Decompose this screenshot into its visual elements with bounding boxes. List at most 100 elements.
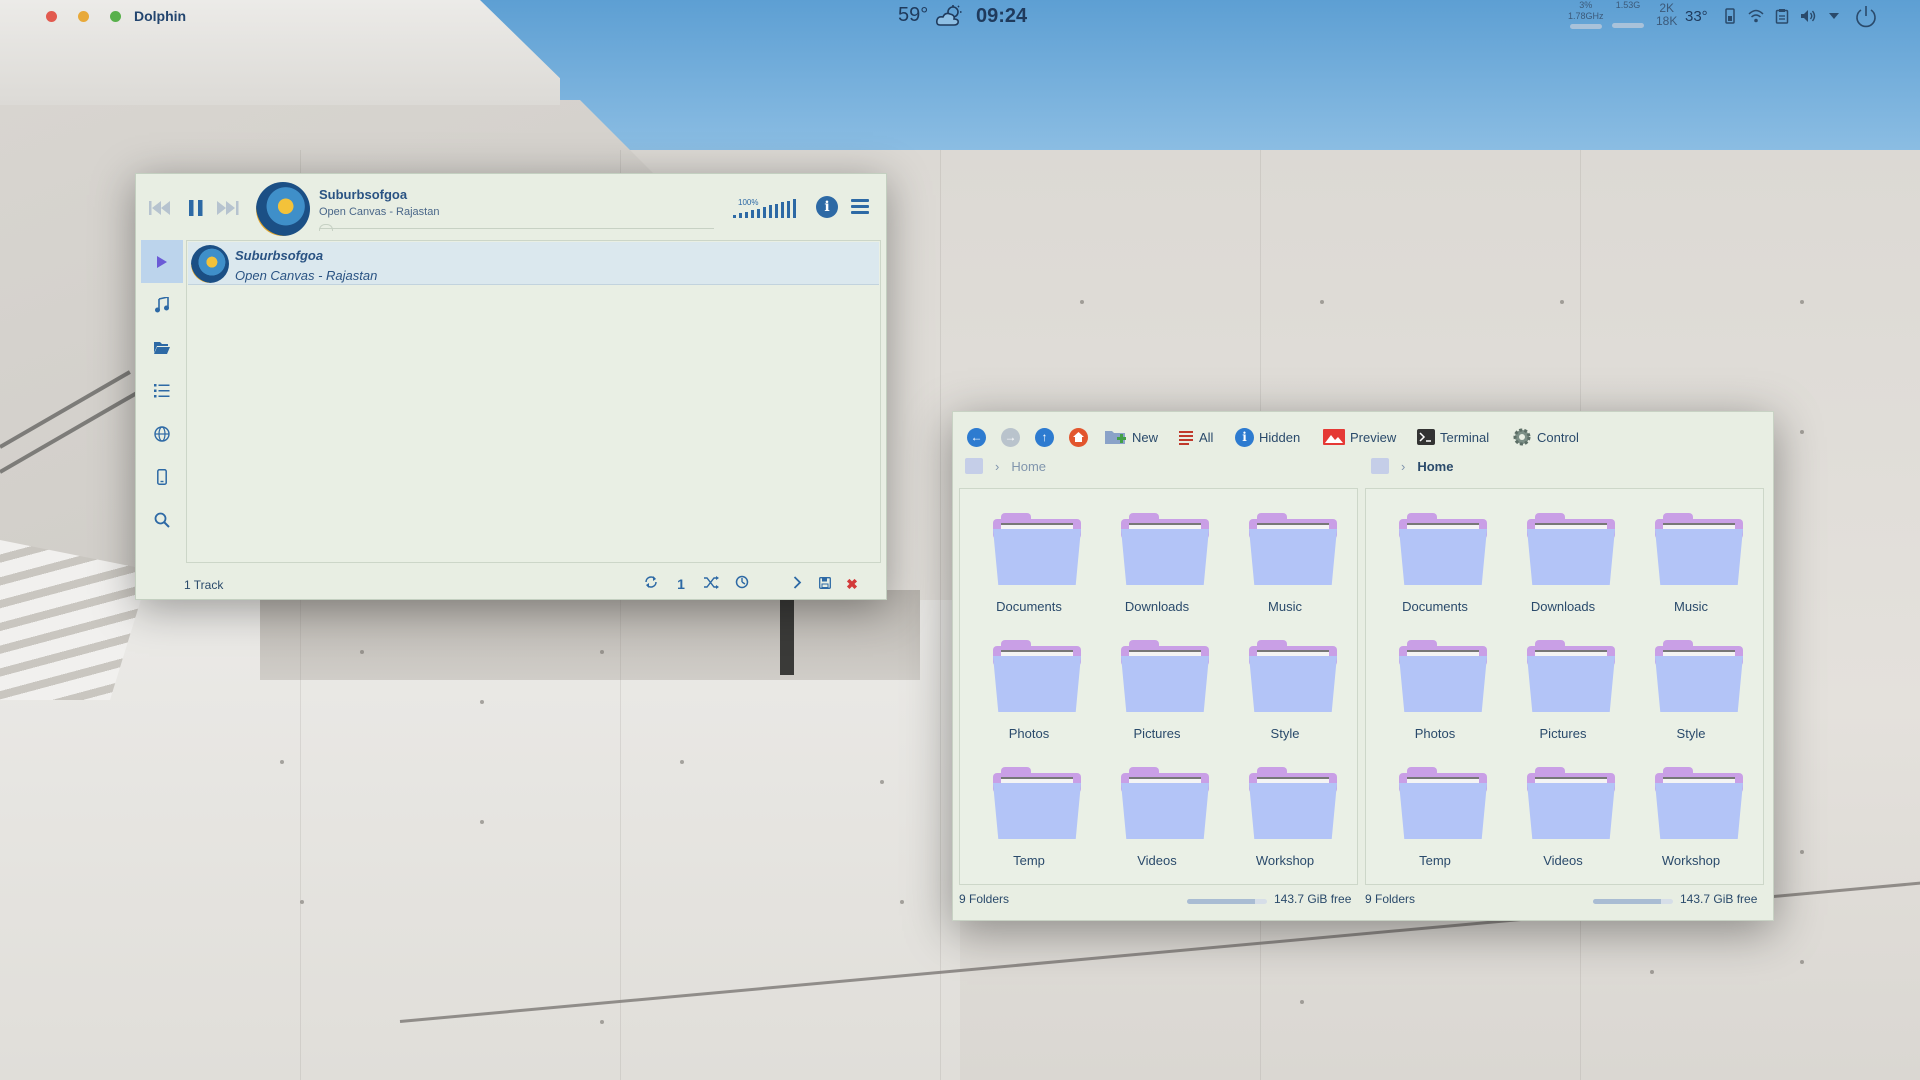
search-icon (154, 512, 170, 528)
next-track-button[interactable] (216, 196, 240, 220)
home-button[interactable] (1069, 426, 1088, 448)
preview-button[interactable]: Preview (1323, 426, 1396, 448)
folder-item[interactable]: Pictures (1499, 630, 1627, 750)
wall-dot (1800, 430, 1804, 434)
volume-slider[interactable] (733, 198, 796, 218)
show-hidden-button[interactable]: i Hidden (1235, 426, 1300, 448)
minimize-window-button[interactable] (78, 11, 89, 22)
folder-item[interactable]: Documents (1371, 503, 1499, 623)
folder-icon (1121, 767, 1209, 839)
dark-post (780, 595, 794, 675)
memory-monitor[interactable]: 1.53G (1612, 0, 1644, 28)
folder-item[interactable]: Music (1221, 503, 1349, 623)
home-icon[interactable] (1371, 458, 1389, 474)
chevron-right-icon (793, 576, 801, 589)
previous-track-button[interactable] (148, 196, 172, 220)
clear-playlist-button[interactable]: ✖ (843, 575, 861, 593)
skip-forward-icon (217, 201, 239, 215)
folder-item[interactable]: Photos (1371, 630, 1499, 750)
internet-tab[interactable] (141, 412, 183, 455)
folder-item[interactable]: Style (1627, 630, 1755, 750)
menu-button[interactable] (851, 199, 869, 215)
repeat-button[interactable] (642, 575, 660, 593)
play-queue[interactable]: Suburbsofgoa Open Canvas - Rajastan (186, 240, 881, 563)
new-folder-button[interactable]: New (1105, 426, 1158, 448)
preview-label: Preview (1350, 429, 1397, 445)
active-app-name[interactable]: Dolphin (134, 8, 186, 24)
expand-button[interactable] (788, 575, 806, 593)
info-button[interactable]: i (816, 196, 838, 218)
folder-item[interactable]: Temp (1371, 757, 1499, 877)
top-panel: Dolphin 59° 09:24 3% 1.78GHz 1.53G 2K 18… (0, 0, 1920, 34)
breadcrumb-home[interactable]: Home (1417, 459, 1453, 474)
pause-button[interactable] (184, 196, 208, 220)
play-queue-tab[interactable] (141, 240, 183, 283)
search-tab[interactable] (141, 498, 183, 541)
wifi-icon[interactable] (1748, 8, 1764, 24)
storage-icon[interactable] (1722, 8, 1738, 24)
clock[interactable]: 09:24 (976, 5, 1027, 28)
up-button[interactable]: ↑ (1035, 426, 1054, 448)
wall-dot (600, 1020, 604, 1024)
breadcrumb: › Home (965, 458, 1046, 474)
folder-label: Workshop (1661, 853, 1721, 868)
close-window-button[interactable] (46, 11, 57, 22)
network-monitor[interactable]: 2K 18K (1656, 2, 1677, 28)
shuffle-button[interactable] (702, 575, 720, 593)
folder-item[interactable]: Workshop (1627, 757, 1755, 877)
select-all-button[interactable]: All (1178, 426, 1213, 448)
control-button[interactable]: Control (1512, 426, 1579, 448)
devices-tab[interactable] (141, 455, 183, 498)
folder-item[interactable]: Style (1221, 630, 1349, 750)
wall-dot (1560, 300, 1564, 304)
folders-tab[interactable] (141, 326, 183, 369)
clipboard-icon[interactable] (1774, 8, 1790, 24)
disk-usage-bar (1593, 899, 1673, 904)
maximize-window-button[interactable] (110, 11, 121, 22)
forward-button[interactable]: → (1001, 426, 1020, 448)
left-pane[interactable]: Documents Downloads Music Photos Pictures Sty… (959, 488, 1358, 885)
folder-item[interactable]: Photos (965, 630, 1093, 750)
seek-handle[interactable] (319, 224, 333, 231)
folder-item[interactable]: Pictures (1093, 630, 1221, 750)
network-down: 18K (1656, 14, 1678, 28)
power-icon[interactable] (1854, 5, 1878, 29)
folder-icon (993, 513, 1081, 585)
folder-item[interactable]: Workshop (1221, 757, 1349, 877)
folder-item[interactable]: Downloads (1499, 503, 1627, 623)
volume-icon[interactable] (1800, 8, 1816, 24)
list-item[interactable]: Suburbsofgoa Open Canvas - Rajastan (188, 242, 879, 285)
folder-item[interactable]: Temp (965, 757, 1093, 877)
playlists-tab[interactable] (141, 369, 183, 412)
right-pane[interactable]: Documents Downloads Music Photos Pictures Sty… (1365, 488, 1764, 885)
chevron-down-icon[interactable] (1826, 8, 1842, 24)
folder-item[interactable]: Downloads (1093, 503, 1221, 623)
shuffle-icon (703, 576, 719, 589)
cpu-monitor[interactable]: 3% 1.78GHz (1568, 0, 1604, 29)
folder-label: Videos (1137, 853, 1177, 868)
skip-back-icon (149, 201, 170, 215)
folder-icon (1121, 513, 1209, 585)
consume-button[interactable] (733, 575, 751, 593)
folder-item[interactable]: Videos (1093, 757, 1221, 877)
folder-item[interactable]: Documents (965, 503, 1093, 623)
home-icon[interactable] (965, 458, 983, 474)
library-tab[interactable] (141, 283, 183, 326)
breadcrumb-home[interactable]: Home (1011, 459, 1046, 474)
wall-dot (1650, 970, 1654, 974)
now-playing-artist-album: Open Canvas - Rajastan (319, 206, 440, 218)
phone-icon (157, 468, 167, 485)
folder-label: Pictures (1539, 726, 1587, 741)
save-playlist-button[interactable] (816, 575, 834, 593)
folder-label: Workshop (1255, 853, 1315, 868)
seek-slider[interactable] (319, 228, 714, 229)
cpu-temperature[interactable]: 33° (1685, 8, 1708, 25)
back-button[interactable]: ← (967, 426, 986, 448)
single-track-button[interactable]: 1 (672, 575, 690, 593)
wall-dot (480, 820, 484, 824)
folder-item[interactable]: Music (1627, 503, 1755, 623)
folder-item[interactable]: Videos (1499, 757, 1627, 877)
album-cover[interactable] (256, 182, 310, 236)
weather-widget[interactable]: 59° (898, 4, 964, 27)
terminal-button[interactable]: Terminal (1417, 426, 1489, 448)
